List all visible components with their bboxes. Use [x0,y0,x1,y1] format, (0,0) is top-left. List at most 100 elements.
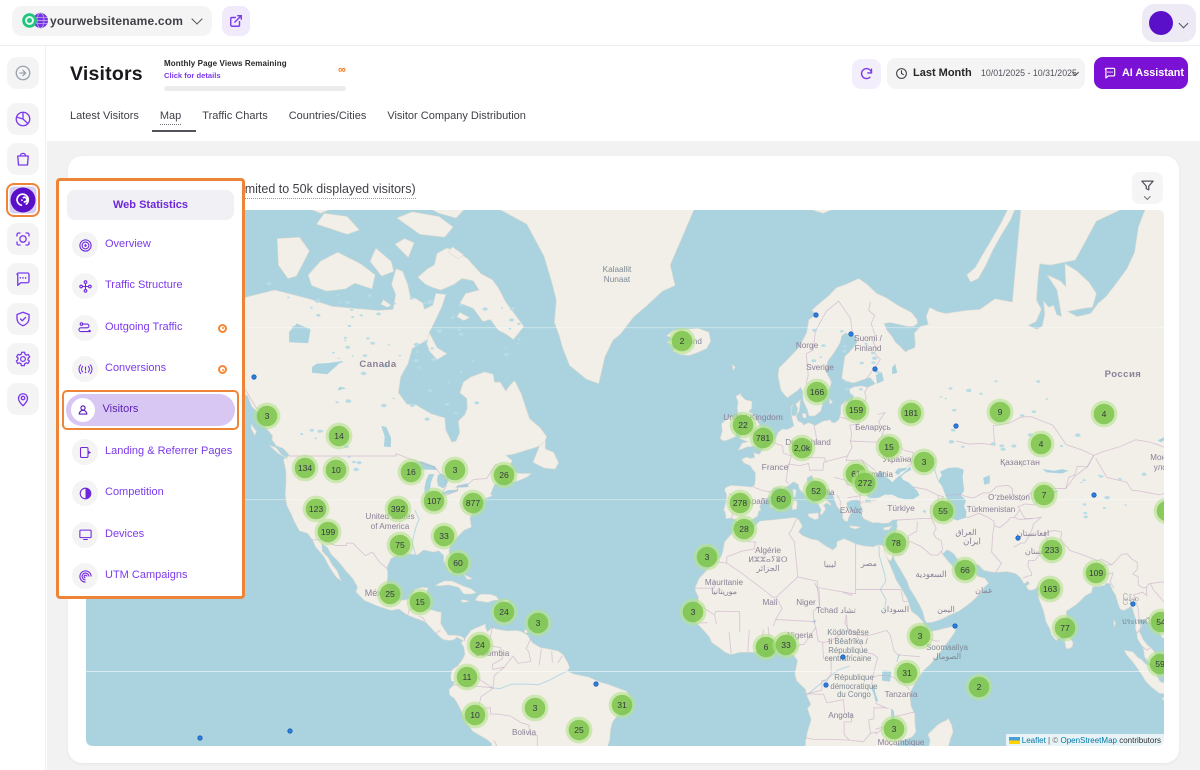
svg-text:Беларусь: Беларусь [855,423,891,432]
svg-text:Mauritanie: Mauritanie [705,578,744,587]
svg-text:Tanzania: Tanzania [885,690,918,699]
svg-text:54: 54 [1156,617,1164,627]
svg-text:66: 66 [960,565,970,575]
svg-text:Oʻzbekiston: Oʻzbekiston [988,493,1030,502]
svg-text:الصومال: الصومال [933,652,961,661]
svg-text:78: 78 [891,538,901,548]
svg-text:10: 10 [470,710,480,720]
svg-text:3: 3 [533,703,538,713]
svg-text:75: 75 [395,540,405,550]
svg-text:16: 16 [406,467,416,477]
svg-text:4: 4 [1102,409,1107,419]
svg-text:59: 59 [1155,659,1164,669]
svg-text:Россия: Россия [1105,369,1142,380]
svg-text:6: 6 [764,642,769,652]
svg-text:ⵍⵣⵣⴰⵢⴻⵔ: ⵍⵣⵣⴰⵢⴻⵔ [748,555,788,564]
svg-text:15: 15 [415,597,425,607]
svg-text:République: République [834,673,873,682]
svg-text:موريتانيا: موريتانيا [711,587,737,596]
svg-text:3: 3 [536,618,541,628]
svg-text:Sverige: Sverige [806,363,834,372]
svg-text:3: 3 [705,552,710,562]
svg-text:31: 31 [617,700,627,710]
svg-text:3: 3 [918,631,923,641]
svg-text:7: 7 [1042,490,1047,500]
svg-text:33: 33 [781,640,791,650]
svg-text:of America: of America [371,522,410,531]
svg-text:مصر: مصر [860,559,877,568]
svg-text:25: 25 [385,589,395,599]
svg-text:Suomi /: Suomi / [854,334,882,343]
svg-text:24: 24 [499,607,509,617]
svg-text:781: 781 [756,433,771,443]
svg-text:3: 3 [922,457,927,467]
svg-text:33: 33 [439,531,449,541]
svg-text:2: 2 [680,336,685,346]
svg-text:233: 233 [1045,545,1060,555]
svg-text:3: 3 [691,607,696,617]
svg-text:2: 2 [977,682,982,692]
svg-text:3: 3 [265,411,270,421]
svg-text:Angola: Angola [828,711,854,720]
svg-text:Mali: Mali [762,598,777,607]
svg-text:22: 22 [738,420,748,430]
svg-text:25: 25 [574,725,584,735]
svg-text:3: 3 [892,724,897,734]
svg-text:улс: улс [1154,463,1164,472]
svg-text:السعودية: السعودية [915,569,946,579]
svg-text:Bolivia: Bolivia [512,728,537,737]
svg-text:ایران: ایران [963,536,981,546]
svg-text:11: 11 [463,672,472,682]
svg-text:877: 877 [466,498,481,508]
svg-text:Algérie: Algérie [755,545,781,555]
svg-text:العراق: العراق [955,528,976,537]
svg-text:134: 134 [298,463,313,473]
svg-text:199: 199 [321,527,336,537]
svg-text:Canada: Canada [359,359,397,370]
svg-text:31: 31 [902,668,912,678]
svg-text:166: 166 [810,387,825,397]
svg-text:28: 28 [739,524,749,534]
svg-text:Türkiye: Türkiye [887,503,915,513]
svg-text:52: 52 [811,486,821,496]
svg-text:France: France [762,462,789,472]
svg-text:du Congo: du Congo [837,690,871,699]
svg-text:60: 60 [776,494,786,504]
svg-text:الجزائر: الجزائر [755,564,779,573]
svg-text:افغانستان: افغانستان [1017,529,1049,538]
svg-text:272: 272 [858,478,873,488]
svg-text:Қазақстан: Қазақстан [1000,457,1040,467]
svg-text:10: 10 [331,465,341,475]
svg-text:Norge: Norge [796,341,819,350]
svg-text:السودان: السودان [881,605,909,614]
svg-text:77: 77 [1060,623,1070,633]
svg-text:2,0k: 2,0k [794,443,811,453]
svg-text:Kalaallit: Kalaallit [603,265,632,274]
svg-text:181: 181 [904,408,919,418]
svg-text:اليمن: اليمن [937,605,955,614]
svg-text:Türkmenistan: Türkmenistan [967,505,1015,514]
svg-text:60: 60 [453,558,463,568]
svg-text:15: 15 [884,442,894,452]
svg-text:Niger: Niger [796,598,816,607]
svg-text:159: 159 [849,405,864,415]
svg-text:Ködörösêse: Ködörösêse [827,628,869,637]
svg-text:3: 3 [453,465,458,475]
svg-text:عمان: عمان [975,586,993,595]
svg-text:55: 55 [938,506,948,516]
svg-text:Ελλάς: Ελλάς [840,506,862,515]
svg-text:163: 163 [1043,584,1058,594]
svg-text:Мон: Мон [1150,453,1164,462]
svg-text:ليبيا: ليبيا [824,560,836,569]
svg-text:Finland: Finland [855,344,882,353]
svg-text:26: 26 [499,470,509,480]
svg-text:ti Bêafrîka /: ti Bêafrîka / [828,637,868,646]
svg-text:centrafricaine: centrafricaine [825,654,872,663]
svg-text:9: 9 [998,407,1003,417]
svg-text:24: 24 [475,640,485,650]
svg-text:14: 14 [334,431,344,441]
svg-text:107: 107 [427,496,442,506]
svg-text:Nunaat: Nunaat [604,275,631,284]
svg-text:4: 4 [1039,439,1044,449]
svg-text:Tchad تشاد: Tchad تشاد [816,606,856,615]
